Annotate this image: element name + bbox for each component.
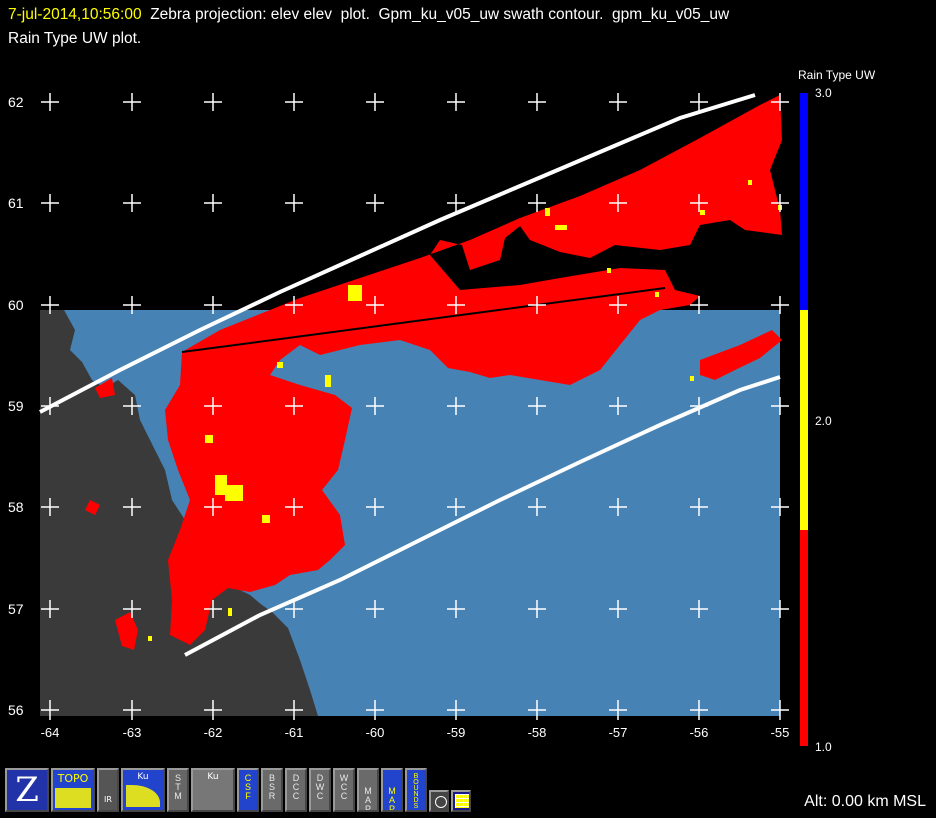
legend-title: Rain Type UW — [798, 68, 876, 82]
lat-label: 57 — [8, 601, 24, 617]
legend-swatch-other — [800, 93, 808, 310]
map2-button[interactable]: MAP — [381, 768, 403, 812]
legend-label-1: 1.0 — [815, 740, 832, 754]
lat-label: 59 — [8, 398, 24, 414]
lon-label: -64 — [41, 725, 60, 740]
lon-label: -60 — [366, 725, 385, 740]
lon-label: -58 — [528, 725, 547, 740]
ku-v5-button[interactable]: Ku — [191, 768, 235, 812]
map-canvas[interactable]: 62616059585756 -64 -63 -62 -61 -60 -59 -58 -57-… — [0, 0, 936, 818]
lat-label: 61 — [8, 195, 24, 211]
dcc-button[interactable]: DCC — [285, 768, 307, 812]
latitude-labels: 62 61 60 59 58 57 56 — [8, 94, 24, 718]
legend-swatch-stratiform — [800, 530, 808, 746]
ku-icon — [126, 785, 160, 807]
lon-label: -61 — [285, 725, 304, 740]
lon-label: -55 — [771, 725, 790, 740]
stm-button[interactable]: STM — [167, 768, 189, 812]
lat-label: 56 — [8, 702, 24, 718]
map-button[interactable]: MAP — [357, 768, 379, 812]
dwc-button[interactable]: DWC — [309, 768, 331, 812]
grid-icon — [455, 794, 469, 808]
lon-label: -63 — [123, 725, 142, 740]
wcc-button[interactable]: WCC — [333, 768, 355, 812]
legend-label-3: 3.0 — [815, 86, 832, 100]
target-icon-button[interactable] — [429, 790, 449, 812]
lon-label: -56 — [690, 725, 709, 740]
lat-label: 60 — [8, 297, 24, 313]
lon-label: -57 — [609, 725, 628, 740]
ir-button[interactable]: IR — [97, 768, 119, 812]
lon-label: -59 — [447, 725, 466, 740]
legend-label-2: 2.0 — [815, 414, 832, 428]
altitude-readout: Alt: 0.00 km MSL — [804, 793, 926, 810]
bsr-button[interactable]: BSR — [261, 768, 283, 812]
csf-gpm-button[interactable]: CSF — [237, 768, 259, 812]
longitude-labels: -64 -63 -62 -61 -60 -59 -58 -57 -56 -55 — [41, 725, 790, 740]
lon-label: -62 — [204, 725, 223, 740]
bounds-button[interactable]: BOUNDS — [405, 768, 427, 812]
target-icon — [435, 796, 447, 808]
lat-label: 62 — [8, 94, 24, 110]
legend-swatch-convective — [800, 310, 808, 530]
topo-icon — [55, 788, 91, 808]
toolbar: Z TOPO IR Ku STM Ku CSF BSR DCC DWC WCC … — [5, 768, 471, 816]
topo-button[interactable]: TOPO — [51, 768, 95, 812]
zebra-logo-button[interactable]: Z — [5, 768, 49, 812]
ku-button[interactable]: Ku — [121, 768, 165, 812]
zebra-logo-icon: Z — [15, 770, 39, 810]
grid-icon-button[interactable] — [451, 790, 471, 812]
lat-label: 58 — [8, 499, 24, 515]
